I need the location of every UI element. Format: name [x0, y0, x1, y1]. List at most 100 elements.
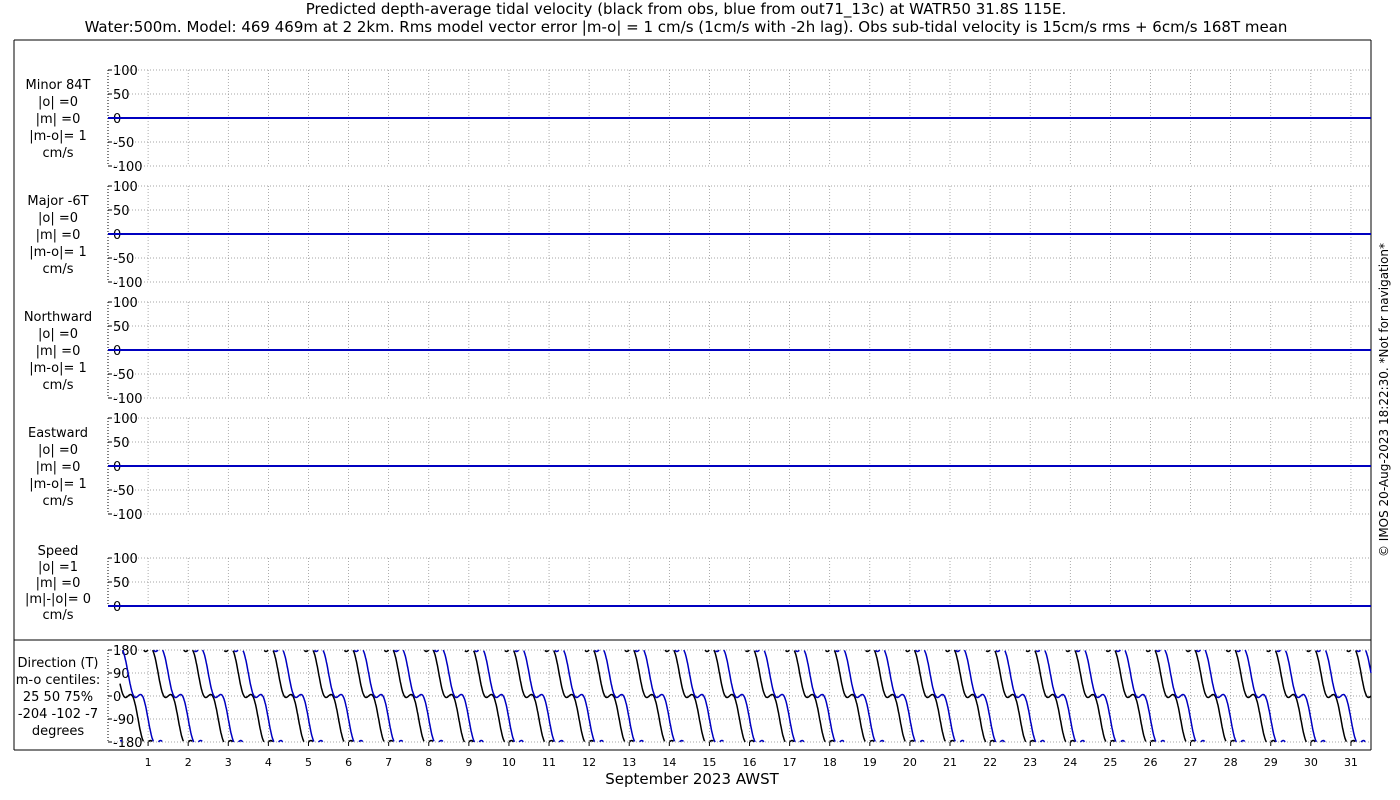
series-obs-direction: [119, 649, 1372, 743]
y-tick-label: -50: [113, 136, 134, 151]
panel-label-line: |o| =0: [38, 327, 78, 342]
y-tick-label: 50: [113, 88, 130, 103]
panel-label-line: Eastward: [28, 426, 88, 441]
panel-label-line: Northward: [24, 310, 92, 325]
y-tick-label: -180: [113, 736, 143, 751]
x-tick-label: 7: [385, 756, 392, 769]
x-tick-label: 25: [1103, 756, 1117, 769]
y-tick-label: -100: [113, 392, 143, 407]
x-tick-label: 22: [983, 756, 997, 769]
x-tick-label: 12: [582, 756, 596, 769]
x-tick-label: 2: [185, 756, 192, 769]
x-tick-label: 13: [622, 756, 636, 769]
y-tick-label: 0: [113, 344, 121, 359]
panel-label-line: |m-o|= 1: [29, 245, 87, 260]
panel-label-line: Direction (T): [18, 656, 99, 671]
panel-label-line: |m-o|= 1: [29, 129, 87, 144]
panel-minor: 100 50 0 -50 -100 Minor 84T |o| =0 |m| =0 |m-o|=…: [26, 64, 1371, 175]
x-tick-label: 23: [1023, 756, 1037, 769]
panel-label-line: |o| =0: [38, 95, 78, 110]
y-tick-label: -100: [113, 508, 143, 523]
y-tick-label: -50: [113, 368, 134, 383]
x-tick-label: 15: [702, 756, 716, 769]
panel-label-line: |m|-|o|= 0: [25, 592, 91, 607]
y-tick-label: 0: [113, 460, 121, 475]
panel-label-line: cm/s: [43, 378, 74, 393]
panel-label-line: cm/s: [43, 146, 74, 161]
x-tick-label: 8: [425, 756, 432, 769]
x-tick-label: 27: [1184, 756, 1198, 769]
x-tick-label: 11: [542, 756, 556, 769]
x-tick-label: 3: [225, 756, 232, 769]
x-tick-label: 26: [1143, 756, 1157, 769]
panel-major: 100 50 0 -50 -100 Major -6T |o| =0 |m| =0 |m-o|=…: [27, 180, 1371, 291]
panel-label-line: cm/s: [43, 608, 74, 623]
panel-label-line: |m| =0: [36, 228, 81, 243]
panel-label-line: -204 -102 -7: [18, 707, 98, 722]
x-tick-label: 29: [1264, 756, 1278, 769]
tidal-velocity-figure: Predicted depth-average tidal velocity (…: [0, 0, 1400, 800]
y-tick-label: -100: [113, 276, 143, 291]
y-tick-label: 100: [113, 180, 138, 195]
x-axis: 1 2 3 4 5 6 7 8 9 10 11 12 13 14 15 16 17 18 19 20 21 22 23 24 2…: [145, 742, 1358, 788]
x-tick-label: 20: [903, 756, 917, 769]
x-tick-label: 4: [265, 756, 272, 769]
panel-label-line: 25 50 75%: [23, 690, 93, 705]
y-tick-label: -100: [113, 160, 143, 175]
panel-label-line: |m-o|= 1: [29, 361, 87, 376]
panel-label-line: |m| =0: [36, 344, 81, 359]
y-tick-label: 0: [113, 690, 121, 705]
panel-northward: 100 50 0 -50 -100 Northward |o| =0 |m| =0 |m-o|=…: [24, 296, 1371, 407]
y-tick-label: -50: [113, 252, 134, 267]
panel-label-line: |m-o|= 1: [29, 477, 87, 492]
y-tick-label: 0: [113, 600, 121, 615]
copyright-note: © IMOS 20-Aug-2023 18:22:30. *Not for na…: [1377, 242, 1391, 558]
x-axis-label: September 2023 AWST: [605, 770, 779, 788]
y-tick-label: 100: [113, 296, 138, 311]
x-tick-label: 6: [345, 756, 352, 769]
y-tick-label: -90: [113, 713, 134, 728]
y-tick-label: 50: [113, 436, 130, 451]
x-tick-label: 1: [145, 756, 152, 769]
x-tick-label: 5: [305, 756, 312, 769]
x-tick-label: 24: [1063, 756, 1077, 769]
x-tick-label: 31: [1344, 756, 1358, 769]
panel-eastward: 100 50 0 -50 -100 Eastward |o| =0 |m| =0 |m-o|= …: [28, 412, 1371, 523]
panel-label-line: |m| =0: [36, 112, 81, 127]
plot-svg: 100500-50-100Minor 84T|o| =0|m| =0|m-o|=…: [13, 39, 1372, 788]
panel-label-line: |o| =0: [38, 211, 78, 226]
x-tick-label: 14: [662, 756, 676, 769]
y-tick-label: 50: [113, 204, 130, 219]
series-model-direction: [119, 649, 1372, 743]
x-tick-label: 28: [1224, 756, 1238, 769]
y-tick-label: 50: [113, 576, 130, 591]
y-tick-label: 0: [113, 112, 121, 127]
panel-label-line: cm/s: [43, 262, 74, 277]
panel-label-line: |o| =1: [38, 560, 78, 575]
panel-speed: 100 50 0 Speed|o| =1|m| =0|m|-|o|= 0cm/s: [25, 544, 1371, 623]
panel-label-line: |m| =0: [36, 460, 81, 475]
x-tick-label: 18: [823, 756, 837, 769]
x-tick-label: 30: [1304, 756, 1318, 769]
y-tick-label: 50: [113, 320, 130, 335]
x-tick-label: 21: [943, 756, 957, 769]
panel-label-line: degrees: [32, 724, 85, 739]
panel-label-line: Minor 84T: [26, 78, 91, 93]
panel-label-line: |m| =0: [36, 576, 81, 591]
x-tick-label: 9: [465, 756, 472, 769]
y-tick-label: 0: [113, 228, 121, 243]
x-tick-label: 17: [783, 756, 797, 769]
panel-direction: 180900-90-180Direction (T)m-o centiles:2…: [16, 644, 1372, 751]
panel-label-line: cm/s: [43, 494, 74, 509]
x-tick-label: 10: [502, 756, 516, 769]
y-tick-label: 100: [113, 64, 138, 79]
panel-label-line: Major -6T: [27, 194, 88, 209]
x-tick-label: 19: [863, 756, 877, 769]
y-tick-label: -50: [113, 484, 134, 499]
panel-label-line: |o| =0: [38, 443, 78, 458]
panel-label-line: Speed: [38, 544, 79, 559]
panel-label-line: m-o centiles:: [16, 673, 101, 688]
y-tick-label: 100: [113, 552, 138, 567]
x-tick-label: 16: [743, 756, 757, 769]
y-tick-label: 100: [113, 412, 138, 427]
